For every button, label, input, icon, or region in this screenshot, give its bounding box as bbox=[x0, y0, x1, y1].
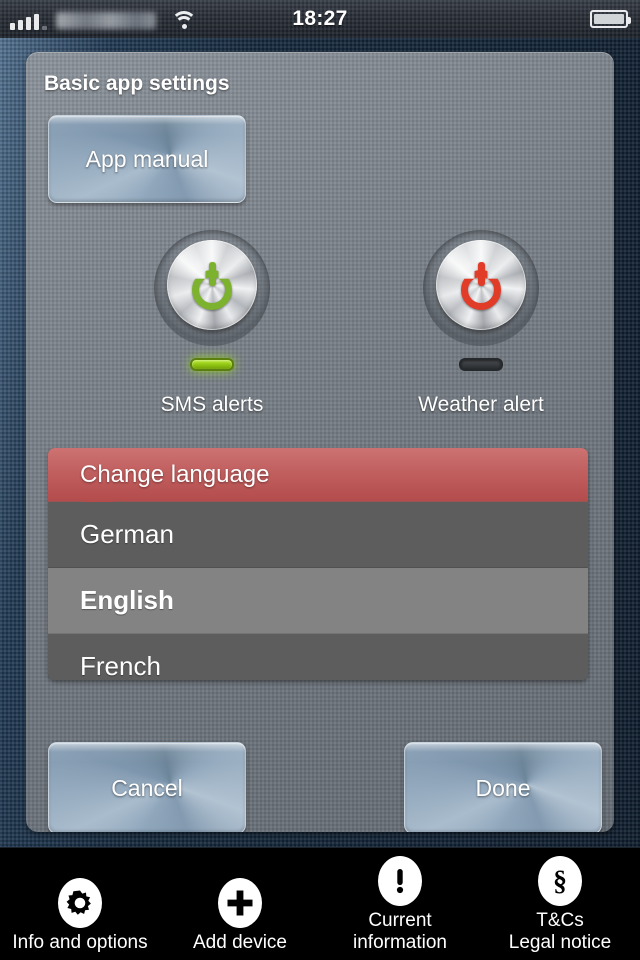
tab-label-tcs-line2: Legal notice bbox=[508, 932, 612, 953]
page-title: Basic app settings bbox=[44, 72, 230, 95]
tab-label-add-device: Add device bbox=[192, 932, 287, 953]
tab-label-info-and-options: Info and options bbox=[12, 932, 148, 953]
language-picker[interactable]: Change language German English French bbox=[48, 448, 588, 680]
language-option-list: German English French bbox=[48, 502, 588, 680]
language-option-french[interactable]: French bbox=[48, 634, 588, 680]
language-option-german[interactable]: German bbox=[48, 502, 588, 568]
weather-alert-toggle[interactable]: Weather alert bbox=[401, 230, 561, 417]
language-picker-header-label: Change language bbox=[80, 460, 270, 488]
tab-current-information[interactable]: Current information bbox=[320, 848, 480, 960]
language-option-english[interactable]: English bbox=[48, 568, 588, 634]
language-picker-header[interactable]: Change language bbox=[48, 448, 588, 516]
sms-alerts-knob[interactable] bbox=[154, 230, 270, 346]
sms-alerts-knob-face bbox=[167, 240, 257, 330]
tab-label-current-information-line2: information bbox=[353, 932, 447, 953]
power-icon bbox=[458, 262, 504, 310]
settings-panel: Basic app settings App manual SMS alerts bbox=[26, 52, 614, 832]
tab-add-device[interactable]: Add device bbox=[160, 848, 320, 960]
weather-alert-knob[interactable] bbox=[423, 230, 539, 346]
phone-screen: 18:27 Basic app settings App manual SMS … bbox=[0, 0, 640, 960]
power-icon bbox=[189, 262, 235, 310]
plus-icon bbox=[217, 878, 263, 928]
sms-alerts-led-indicator bbox=[190, 358, 234, 371]
tab-label-current-information-line1: Current bbox=[368, 910, 432, 931]
battery-icon bbox=[590, 10, 631, 28]
tab-info-and-options[interactable]: Info and options bbox=[0, 848, 160, 960]
bottom-tab-bar: Info and options Add device Current info… bbox=[0, 847, 640, 960]
svg-text:§: § bbox=[553, 866, 567, 897]
cancel-button[interactable]: Cancel bbox=[48, 742, 246, 832]
sms-alerts-toggle[interactable]: SMS alerts bbox=[132, 230, 292, 417]
sms-alerts-label: SMS alerts bbox=[160, 393, 264, 416]
done-button[interactable]: Done bbox=[404, 742, 602, 832]
section-sign-icon: § bbox=[537, 856, 583, 906]
tab-label-tcs-line1: T&Cs bbox=[536, 910, 584, 931]
gear-icon bbox=[57, 878, 103, 928]
weather-alert-led-indicator bbox=[459, 358, 503, 371]
status-bar: 18:27 bbox=[0, 0, 640, 38]
app-manual-button[interactable]: App manual bbox=[48, 115, 246, 203]
status-bar-clock: 18:27 bbox=[292, 7, 348, 30]
weather-alert-label: Weather alert bbox=[418, 393, 544, 416]
weather-alert-knob-face bbox=[436, 240, 526, 330]
status-bar-right bbox=[590, 10, 631, 28]
tab-tcs-legal-notice[interactable]: § T&Cs Legal notice bbox=[480, 848, 640, 960]
exclamation-icon bbox=[377, 856, 423, 906]
